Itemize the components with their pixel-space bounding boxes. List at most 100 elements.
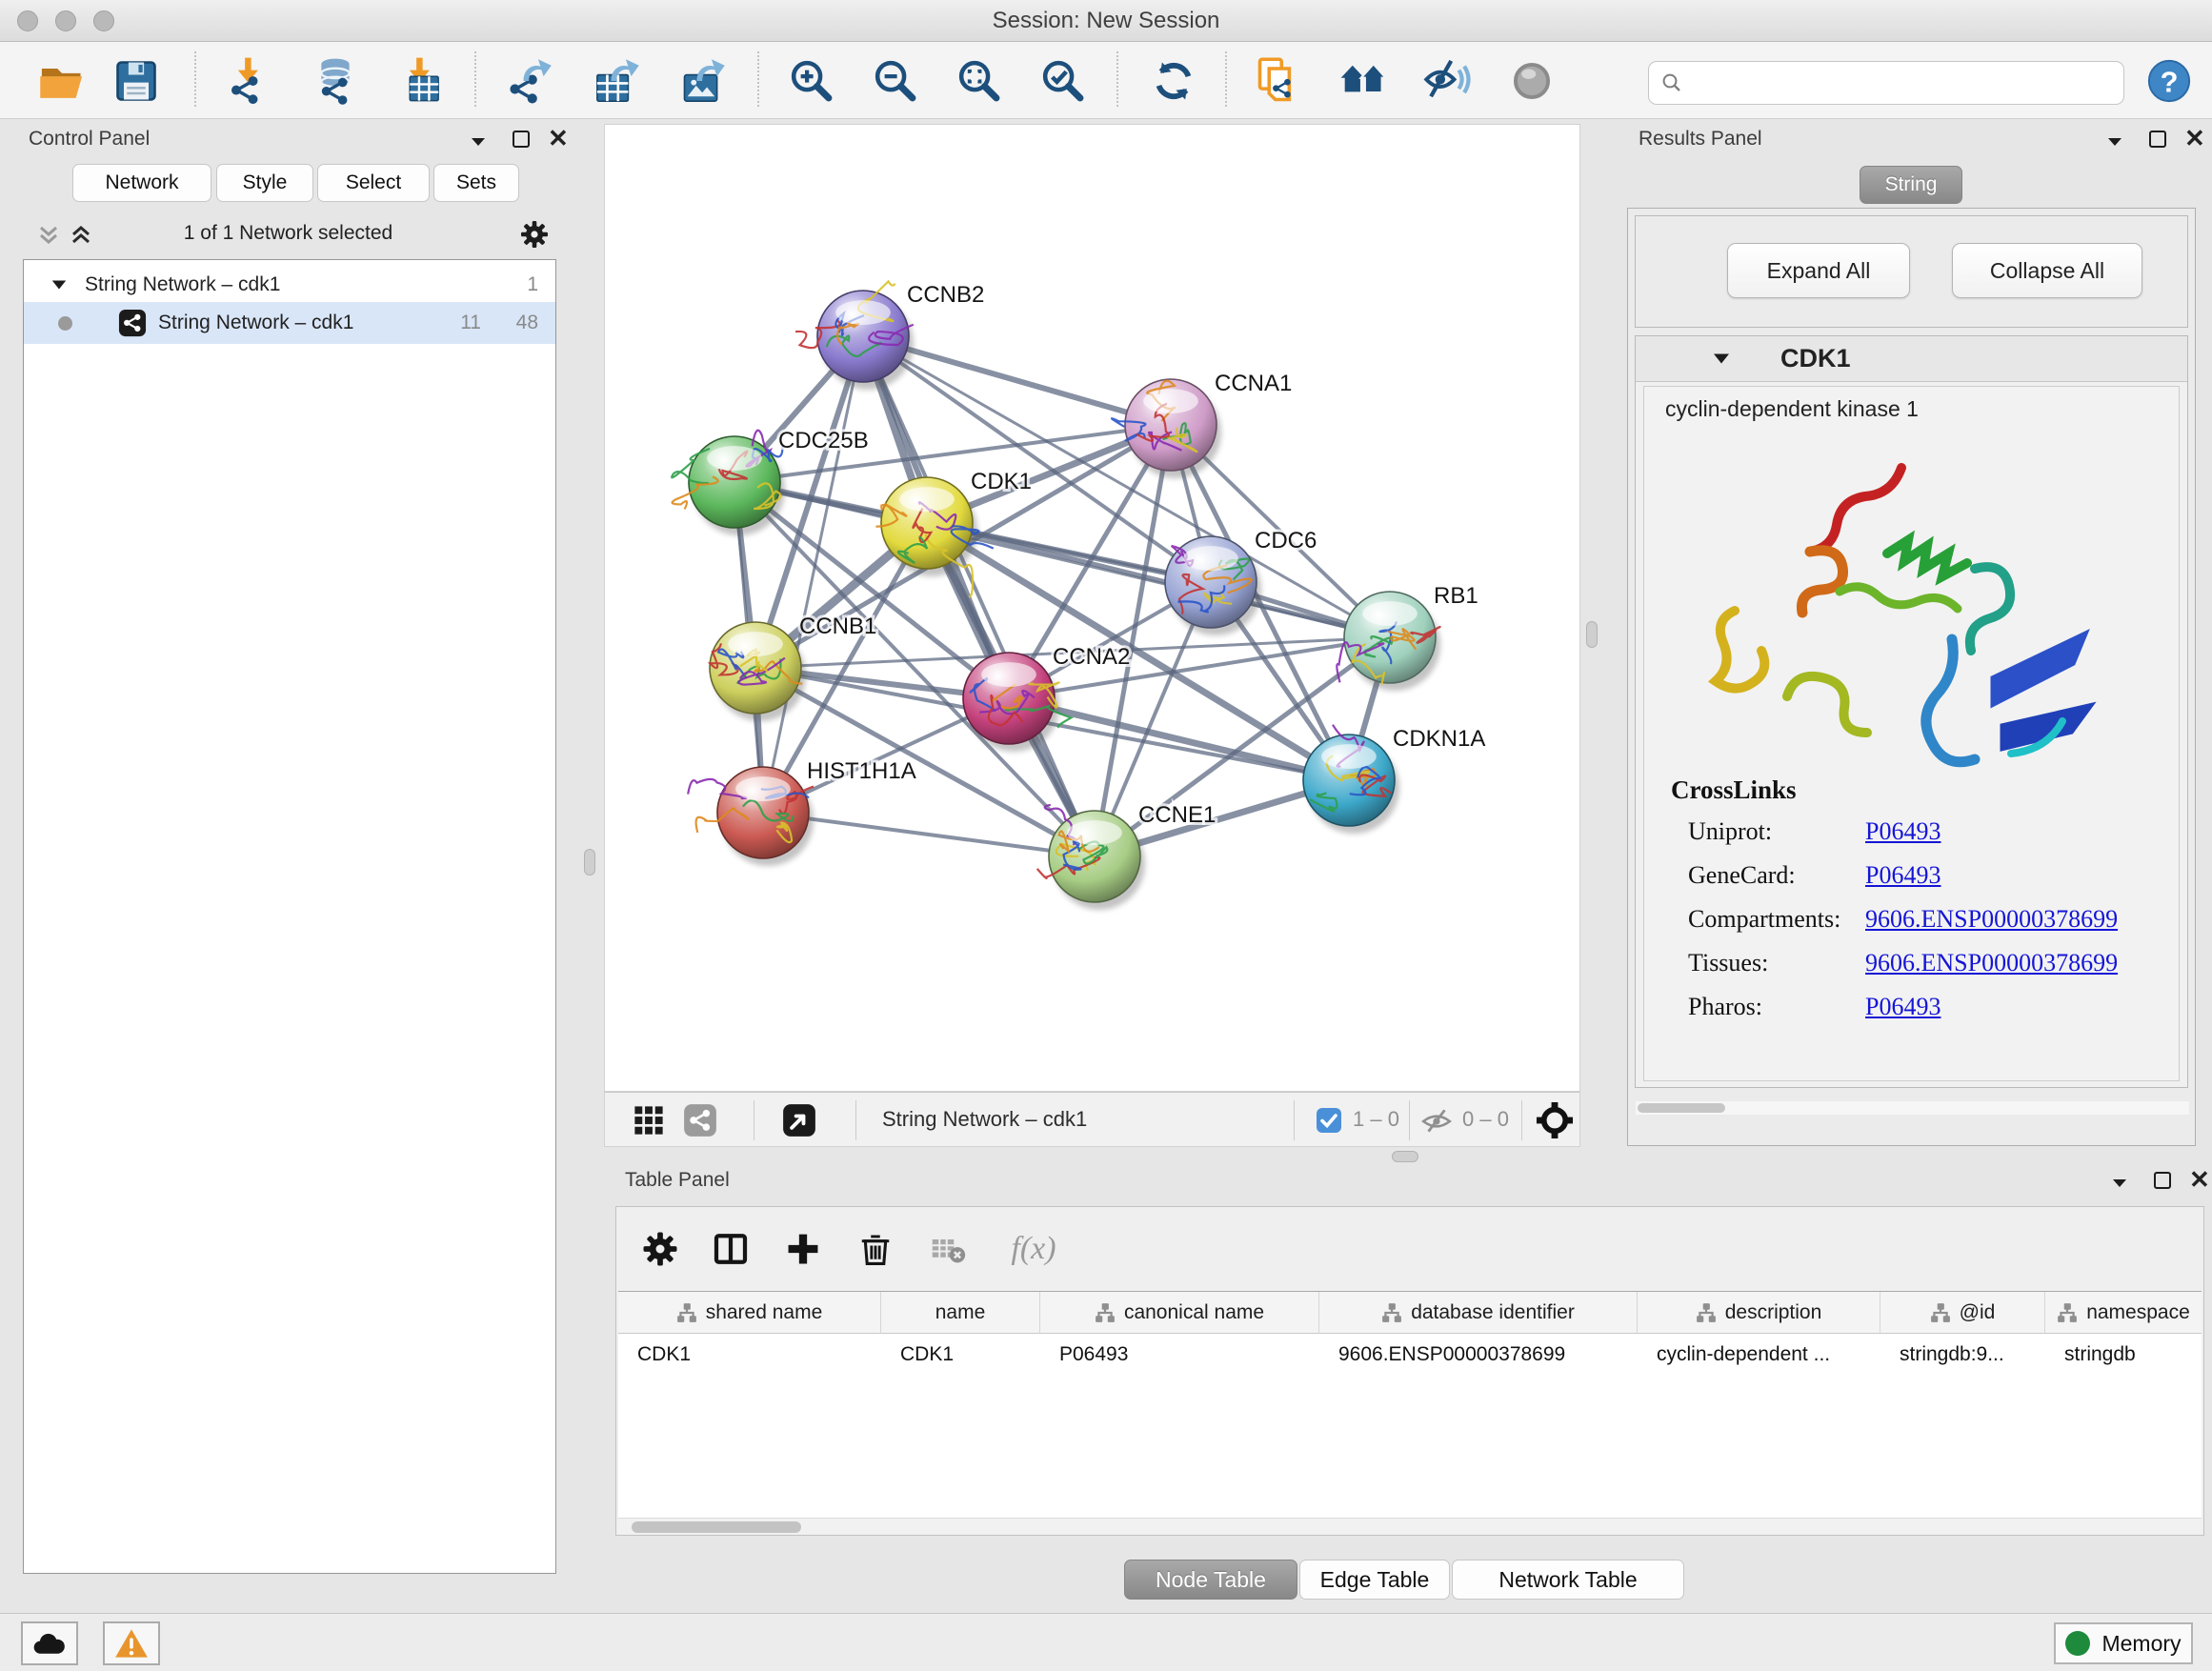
column-header[interactable]: shared name	[618, 1292, 881, 1334]
zoom-fit-button[interactable]	[950, 51, 1009, 111]
gear-icon	[641, 1230, 679, 1268]
refresh-icon	[1149, 56, 1198, 106]
close-panel-icon[interactable]: ✕	[2184, 124, 2205, 153]
vertical-splitter-knob[interactable]	[584, 849, 595, 876]
network-row[interactable]: String Network – cdk1 11 48	[24, 302, 555, 344]
copy-network-button[interactable]	[1249, 51, 1308, 111]
network-node-count: 11	[460, 312, 481, 334]
cell-name[interactable]: CDK1	[881, 1334, 1040, 1376]
export-table-button[interactable]	[588, 51, 647, 111]
crosslink-genecard-link[interactable]: P06493	[1865, 861, 1941, 890]
network-node-RB1[interactable]: RB1	[1337, 583, 1478, 691]
table-horizontal-scrollbar[interactable]	[618, 1518, 2202, 1535]
zoom-out-button[interactable]	[866, 51, 925, 111]
column-header[interactable]: namespace	[2045, 1292, 2202, 1334]
cell-id[interactable]: stringdb:9...	[1880, 1334, 2045, 1376]
vertical-splitter-knob[interactable]	[1586, 621, 1598, 648]
tab-string[interactable]: String	[1860, 166, 1962, 204]
table-row[interactable]: CDK1 CDK1 P06493 9606.ENSP00000378699 cy…	[618, 1334, 2202, 1376]
cell-canonical-name[interactable]: P06493	[1040, 1334, 1319, 1376]
search-input[interactable]	[1691, 64, 2110, 102]
network-node-CCNA1[interactable]: CCNA1	[1112, 371, 1292, 478]
import-network-file-button[interactable]	[220, 51, 279, 111]
scrollbar-thumb[interactable]	[1638, 1103, 1725, 1113]
crosslink-pharos-link[interactable]: P06493	[1865, 993, 1941, 1021]
home-networks-button[interactable]	[1335, 51, 1394, 111]
export-network-button[interactable]	[500, 51, 559, 111]
column-header[interactable]: name	[881, 1292, 1040, 1334]
expand-all-button[interactable]: Expand All	[1727, 243, 1910, 298]
close-panel-icon[interactable]: ✕	[548, 124, 569, 153]
hide-graphics-details-button[interactable]	[1418, 51, 1478, 111]
string-view-icon[interactable]	[683, 1103, 717, 1137]
network-node-CDKN1A[interactable]: CDKN1A	[1303, 725, 1485, 834]
close-panel-icon[interactable]: ✕	[2189, 1165, 2210, 1195]
shared-column-icon	[2057, 1302, 2078, 1323]
network-node-CCNB1[interactable]: CCNB1	[710, 614, 876, 721]
import-table-file-button[interactable]	[392, 51, 451, 111]
cell-database-identifier[interactable]: 9606.ENSP00000378699	[1319, 1334, 1638, 1376]
column-header[interactable]: @id	[1880, 1292, 2045, 1334]
float-panel-icon[interactable]	[513, 131, 530, 148]
column-header[interactable]: description	[1638, 1292, 1880, 1334]
horizontal-splitter-knob[interactable]	[1392, 1151, 1418, 1162]
tab-network[interactable]: Network	[72, 164, 211, 202]
network-options-gear-icon[interactable]	[519, 219, 550, 250]
fit-target-icon[interactable]	[1535, 1100, 1575, 1140]
help-button[interactable]: ?	[2140, 51, 2199, 111]
show-columns-button[interactable]	[706, 1224, 755, 1274]
tab-style[interactable]: Style	[216, 164, 313, 202]
render-mode-sphere-button[interactable]	[1502, 51, 1561, 111]
birds-eye-view-icon[interactable]	[782, 1103, 816, 1137]
network-collection-row[interactable]: String Network – cdk1 1	[24, 264, 555, 306]
cell-shared-name[interactable]: CDK1	[618, 1334, 881, 1376]
tab-edge-table[interactable]: Edge Table	[1299, 1560, 1450, 1600]
delete-column-button[interactable]	[851, 1224, 900, 1274]
function-builder-button: f(x)	[995, 1224, 1072, 1274]
panel-menu-icon[interactable]	[2110, 1177, 2129, 1190]
gene-section-header[interactable]: CDK1	[1636, 336, 2187, 382]
refresh-view-button[interactable]	[1144, 51, 1203, 111]
tab-select[interactable]: Select	[317, 164, 430, 202]
float-panel-icon[interactable]	[2154, 1172, 2171, 1189]
save-session-button[interactable]	[107, 51, 166, 111]
network-canvas[interactable]: CCNB2CCNA1CDC25BCDK1CDC6RB1CCNB1CCNA2CDK…	[604, 124, 1580, 1092]
import-network-database-button[interactable]	[306, 51, 365, 111]
collection-disclosure-icon[interactable]	[50, 278, 68, 292]
zoom-in-button[interactable]	[782, 51, 841, 111]
panel-menu-icon[interactable]	[2105, 135, 2124, 149]
results-horizontal-scrollbar[interactable]	[1636, 1101, 2189, 1115]
collapse-all-button[interactable]: Collapse All	[1952, 243, 2142, 298]
panel-menu-icon[interactable]	[469, 135, 488, 149]
tab-node-table[interactable]: Node Table	[1124, 1560, 1297, 1600]
cloud-status-button[interactable]	[21, 1621, 78, 1665]
crosslink-tissues-link[interactable]: 9606.ENSP00000378699	[1865, 949, 2118, 977]
column-header[interactable]: canonical name	[1040, 1292, 1319, 1334]
crosslink-uniprot-link[interactable]: P06493	[1865, 817, 1941, 846]
cell-namespace[interactable]: stringdb	[2045, 1334, 2202, 1376]
network-node-CCNE1[interactable]: CCNE1	[1037, 802, 1217, 910]
open-session-button[interactable]	[32, 51, 91, 111]
node-table-container: f(x) shared name name canonical name dat…	[615, 1206, 2204, 1536]
zoom-selected-button[interactable]	[1034, 51, 1093, 111]
network-node-CCNB2[interactable]: CCNB2	[795, 281, 984, 390]
crosslink-compartments-link[interactable]: 9606.ENSP00000378699	[1865, 905, 2118, 934]
import-table-icon	[396, 56, 446, 106]
export-image-button[interactable]	[674, 51, 733, 111]
grid-view-icon[interactable]	[632, 1103, 666, 1137]
table-options-button[interactable]	[635, 1224, 685, 1274]
tab-sets[interactable]: Sets	[433, 164, 519, 202]
warnings-button[interactable]	[103, 1621, 160, 1665]
cell-description[interactable]: cyclin-dependent ...	[1638, 1334, 1880, 1376]
create-column-button[interactable]	[778, 1224, 828, 1274]
tab-network-table[interactable]: Network Table	[1452, 1560, 1684, 1600]
column-header[interactable]: database identifier	[1319, 1292, 1638, 1334]
memory-button[interactable]: Memory	[2054, 1622, 2193, 1664]
float-panel-icon[interactable]	[2149, 131, 2166, 148]
gene-disclosure-icon[interactable]	[1712, 352, 1731, 366]
selected-checkbox-icon[interactable]	[1316, 1107, 1342, 1134]
network-node-HIST1H1A[interactable]: HIST1H1A	[688, 758, 916, 866]
string-network-graph[interactable]: CCNB2CCNA1CDC25BCDK1CDC6RB1CCNB1CCNA2CDK…	[605, 125, 1579, 1091]
eye-slash-icon	[1423, 56, 1473, 106]
scrollbar-thumb[interactable]	[632, 1521, 801, 1533]
